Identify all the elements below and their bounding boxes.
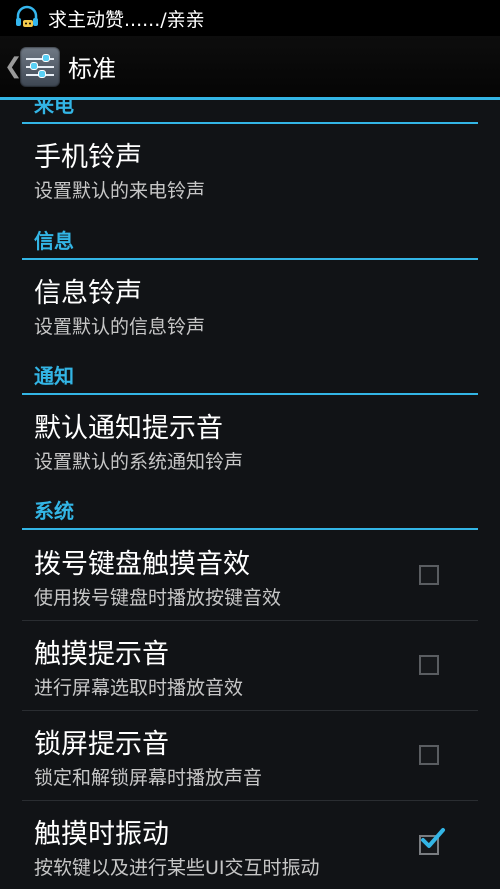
pref-message-ringtone[interactable]: 信息铃声 设置默认的信息铃声 (0, 260, 500, 358)
pref-title: 默认通知提示音 (34, 413, 223, 444)
category-header-notification: 通知 (22, 358, 478, 395)
pref-title: 信息铃声 (34, 278, 142, 309)
action-bar: ❮ 标准 (0, 36, 500, 100)
pref-title: 触摸提示音 (34, 639, 169, 670)
pref-touch-sounds[interactable]: 触摸提示音 进行屏幕选取时播放音效 (0, 620, 500, 710)
pref-summary: 使用拨号键盘时播放按键音效 (34, 587, 282, 609)
pref-title: 锁屏提示音 (34, 729, 169, 760)
category-label: 信息 (34, 229, 74, 253)
category-label: 来电 (34, 100, 74, 117)
headset-chat-icon (14, 5, 40, 31)
dialpad-touch-tones-checkbox[interactable] (419, 565, 439, 585)
pref-screen-lock-sound[interactable]: 锁屏提示音 锁定和解锁屏幕时播放声音 (0, 710, 500, 800)
pref-summary: 锁定和解锁屏幕时播放声音 (34, 767, 263, 789)
pref-title: 手机铃声 (34, 142, 142, 173)
category-label: 通知 (34, 364, 74, 388)
page-title: 标准 (68, 55, 116, 83)
pref-phone-ringtone[interactable]: 手机铃声 设置默认的来电铃声 (0, 124, 500, 234)
screen-lock-sound-checkbox[interactable] (419, 745, 439, 765)
pref-title: 拨号键盘触摸音效 (34, 549, 250, 580)
pref-vibrate-on-touch[interactable]: 触摸时振动 按软键以及进行某些UI交互时振动 (0, 800, 500, 889)
category-header-messages: 信息 (22, 222, 478, 260)
category-header-system: 系统 (22, 494, 478, 530)
status-bar: 求主动赞....../亲亲 (0, 0, 500, 36)
checkmark-icon (421, 828, 445, 848)
status-notification-text: 求主动赞....../亲亲 (48, 8, 205, 31)
pref-summary: 进行屏幕选取时播放音效 (34, 677, 244, 699)
settings-list[interactable]: 来电 手机铃声 设置默认的来电铃声 信息 信息铃声 设置默认的信息铃声 通知 默… (0, 100, 500, 889)
pref-dialpad-touch-tones[interactable]: 拨号键盘触摸音效 使用拨号键盘时播放按键音效 (0, 530, 500, 620)
category-header-incoming: 来电 (22, 100, 478, 124)
category-label: 系统 (34, 499, 74, 523)
pref-summary: 设置默认的来电铃声 (34, 180, 206, 202)
pref-default-notification-sound[interactable]: 默认通知提示音 设置默认的系统通知铃声 (0, 395, 500, 494)
pref-summary: 设置默认的信息铃声 (34, 316, 206, 338)
sliders-settings-icon[interactable] (20, 46, 60, 87)
touch-sounds-checkbox[interactable] (419, 655, 439, 675)
pref-title: 触摸时振动 (34, 819, 169, 850)
pref-summary: 设置默认的系统通知铃声 (34, 451, 244, 473)
pref-summary: 按软键以及进行某些UI交互时振动 (34, 857, 320, 879)
chevron-left-icon[interactable]: ❮ (4, 54, 22, 79)
vibrate-on-touch-checkbox[interactable] (419, 828, 445, 855)
